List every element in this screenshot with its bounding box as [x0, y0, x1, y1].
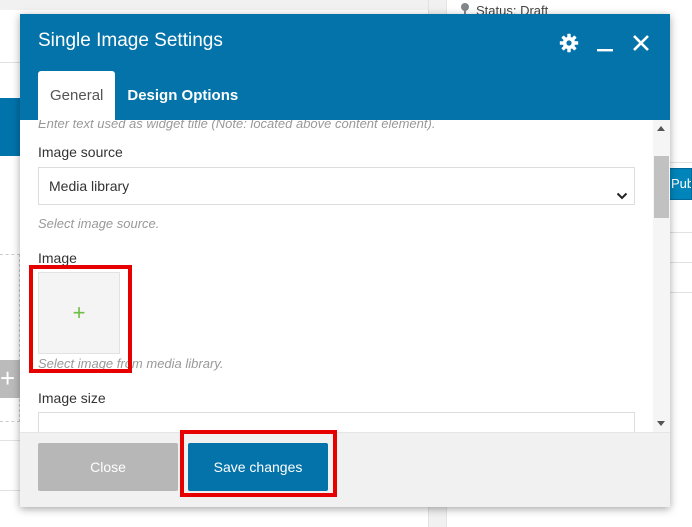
tab-general[interactable]: General — [38, 71, 116, 120]
editor-blue-bar — [0, 98, 20, 156]
divider — [670, 262, 692, 263]
add-image-button[interactable]: + — [38, 272, 120, 354]
editor-top-strip — [0, 0, 428, 10]
image-help: Select image from media library. — [38, 356, 224, 371]
divider — [670, 162, 692, 163]
modal-tabs: General Design Options — [38, 71, 250, 120]
settings-content: Enter text used as widget title (Note: l… — [20, 120, 670, 432]
image-source-select[interactable]: Media library — [38, 167, 635, 205]
scroll-down-icon[interactable] — [657, 421, 665, 426]
image-source-value: Media library — [49, 178, 130, 194]
tab-design-options[interactable]: Design Options — [115, 71, 250, 120]
scroll-thumb[interactable] — [654, 156, 669, 218]
header-controls — [558, 32, 652, 54]
close-icon[interactable] — [630, 32, 652, 54]
close-button[interactable]: Close — [38, 443, 178, 491]
modal-footer: Close Save changes — [20, 432, 670, 507]
divider — [670, 232, 692, 233]
save-changes-button[interactable]: Save changes — [188, 443, 328, 491]
plus-icon: + — [72, 300, 86, 325]
modal-title: Single Image Settings — [38, 30, 223, 51]
gear-icon[interactable] — [558, 32, 580, 54]
content-scrollbar[interactable] — [653, 120, 670, 432]
divider — [670, 292, 692, 293]
image-label: Image — [38, 250, 77, 266]
single-image-settings-modal: Single Image Settings General Design Opt… — [20, 14, 670, 507]
title-help-text: Enter text used as widget title (Note: l… — [38, 120, 436, 131]
scroll-up-icon[interactable] — [657, 126, 665, 131]
image-source-help: Select image source. — [38, 216, 160, 231]
image-size-label: Image size — [38, 390, 106, 406]
image-size-input[interactable] — [38, 412, 635, 432]
image-source-label: Image source — [38, 144, 123, 160]
minimize-icon[interactable] — [594, 32, 616, 54]
add-element-button[interactable]: + — [0, 360, 20, 398]
modal-header: Single Image Settings General Design Opt… — [20, 14, 670, 120]
chevron-down-icon — [616, 179, 628, 200]
publish-button[interactable]: Publish — [668, 168, 692, 200]
